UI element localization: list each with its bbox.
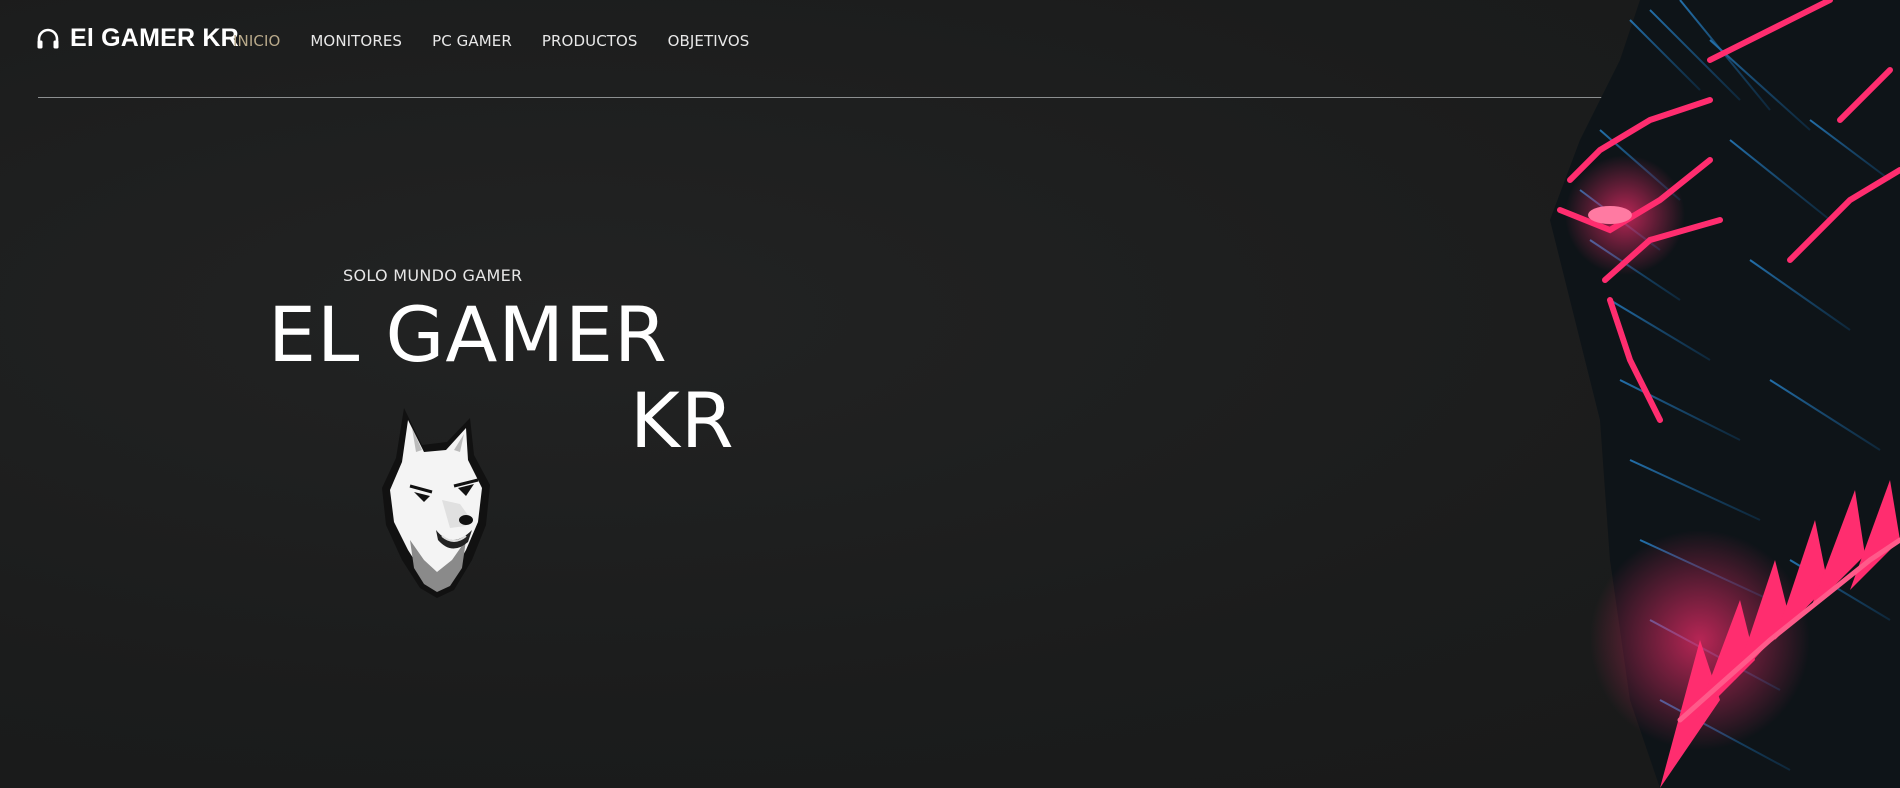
hero-subtitle: SOLO MUNDO GAMER [343,266,523,285]
brand-name: El GAMER KR [70,24,239,52]
nav-item-objetivos[interactable]: OBJETIVOS [668,32,750,50]
nav-item-pc-gamer[interactable]: PC GAMER [432,32,512,50]
brand[interactable]: El GAMER KR [36,24,239,53]
wolf-logo [362,400,512,600]
hero-artwork [1510,0,1900,788]
page: El GAMER KR INICIO MONITORES PC GAMER PR… [0,0,1900,788]
headphones-icon [36,28,60,50]
nav-item-productos[interactable]: PRODUCTOS [542,32,638,50]
nav-item-monitores[interactable]: MONITORES [310,32,402,50]
main-nav: INICIO MONITORES PC GAMER PRODUCTOS OBJE… [233,32,749,50]
hero-title-line-2: KR [630,376,735,465]
nav-item-inicio[interactable]: INICIO [233,32,280,50]
hero-title-line-1: EL GAMER [268,290,668,379]
